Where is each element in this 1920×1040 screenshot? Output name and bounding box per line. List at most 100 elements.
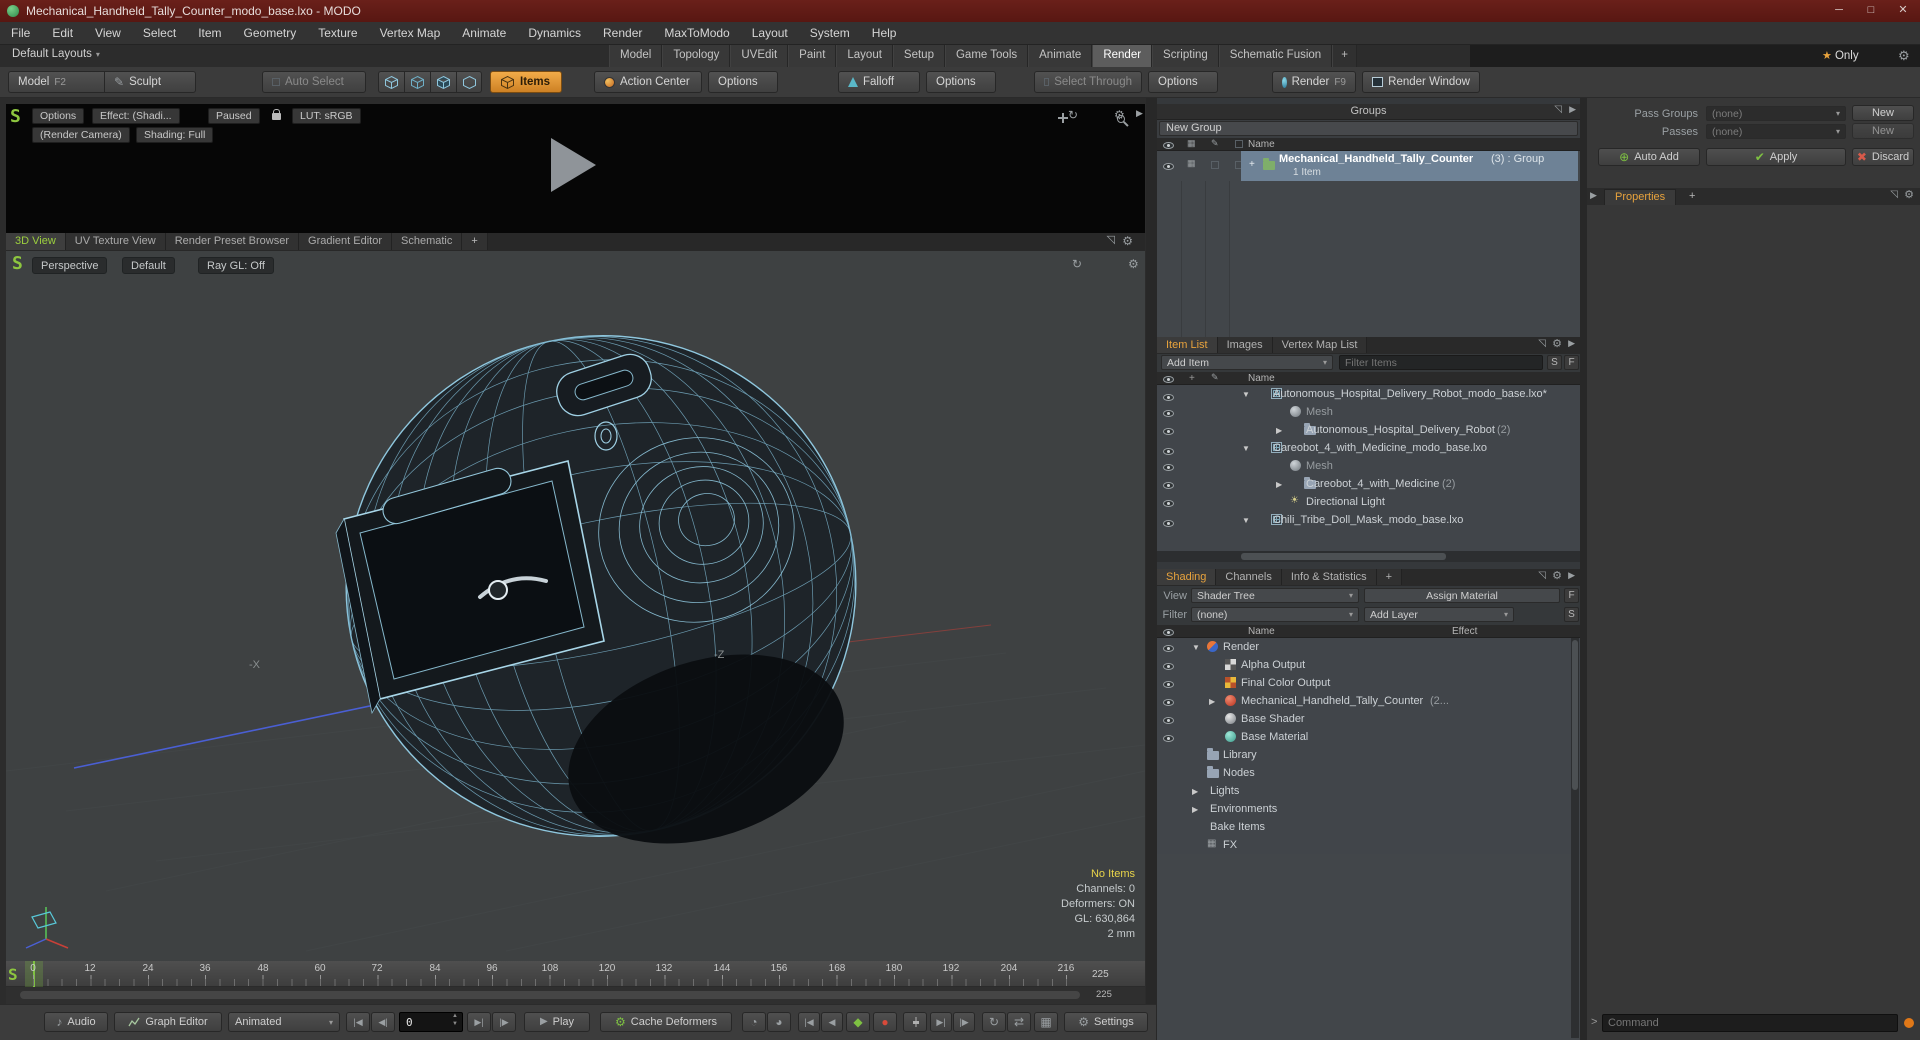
layout-tab[interactable]: Schematic Fusion bbox=[1218, 45, 1333, 67]
menu-item[interactable]: File bbox=[0, 22, 41, 44]
expand-panel-icon[interactable]: ◹ bbox=[1554, 105, 1562, 115]
raygl-button[interactable]: Ray GL: Off bbox=[198, 257, 274, 274]
shader-row[interactable]: Base Shader Full Shading ▾ bbox=[1157, 710, 1580, 728]
panel-arrow-icon[interactable]: ▶ bbox=[1569, 105, 1576, 114]
only-toggle[interactable]: ★ Only bbox=[1822, 49, 1859, 62]
expander-right-icon[interactable]: ▶ bbox=[1276, 426, 1282, 435]
group-row[interactable]: ▦ + Mechanical_Handheld_Tally_Counter (3… bbox=[1157, 151, 1580, 181]
tab-vertex-map-list[interactable]: Vertex Map List bbox=[1272, 337, 1368, 353]
f-toggle[interactable]: F bbox=[1564, 588, 1579, 603]
tab-gradient-editor[interactable]: Gradient Editor bbox=[299, 233, 392, 250]
menu-item[interactable]: Render bbox=[592, 22, 653, 44]
expander-down-icon[interactable]: ▼ bbox=[1242, 444, 1250, 453]
animated-dropdown[interactable]: Animated ▾ bbox=[228, 1012, 340, 1032]
expand-plus-icon[interactable]: + bbox=[1249, 159, 1255, 170]
tab-shading[interactable]: Shading bbox=[1157, 569, 1217, 585]
assign-material-button[interactable]: Assign Material bbox=[1364, 588, 1560, 603]
expander-down-icon[interactable]: ▼ bbox=[1242, 390, 1250, 399]
time-marker-b-button[interactable]: ◕ bbox=[767, 1012, 791, 1032]
preview-lut-button[interactable]: LUT: sRGB bbox=[292, 108, 361, 124]
expander-right-icon[interactable]: ▶ bbox=[1276, 480, 1282, 489]
panel-arrow-icon[interactable]: ▶ bbox=[1568, 339, 1575, 348]
shader-row[interactable]: Base Material (all) ▾ bbox=[1157, 728, 1580, 746]
layout-preset-dropdown[interactable]: Default Layouts ▾ bbox=[4, 48, 108, 60]
gear-icon[interactable]: ⚙ bbox=[1904, 190, 1914, 201]
render-preview[interactable]: S Options Effect: (Shadi... Paused LUT: … bbox=[6, 104, 1145, 233]
apply-button[interactable]: ✔ Apply bbox=[1706, 148, 1846, 166]
layout-tab[interactable]: Layout bbox=[836, 45, 893, 67]
gear-icon[interactable]: ⚙ bbox=[1898, 49, 1910, 62]
auto-add-button[interactable]: ⊕ Auto Add bbox=[1598, 148, 1700, 166]
sort-toggle[interactable]: S bbox=[1547, 355, 1562, 370]
eye-icon[interactable] bbox=[1163, 410, 1174, 417]
add-layout-tab-button[interactable]: + bbox=[1332, 45, 1357, 67]
expand-panel-icon[interactable]: ◹ bbox=[1890, 190, 1898, 200]
viewport-3d[interactable]: S Perspective Default Ray GL: Off ↻ ⚙ -X… bbox=[6, 251, 1145, 961]
new-group-button[interactable]: New Group bbox=[1159, 121, 1578, 136]
s-toggle[interactable]: S bbox=[1564, 607, 1579, 622]
eye-icon[interactable] bbox=[1163, 663, 1174, 670]
shader-row[interactable]: ▶ Mechanical_Handheld_Tally_Counter (2..… bbox=[1157, 692, 1580, 710]
tab-channels[interactable]: Channels bbox=[1216, 569, 1282, 585]
rotate-icon[interactable]: ↻ bbox=[1072, 258, 1082, 270]
expander-right-icon[interactable]: ▶ bbox=[1192, 787, 1198, 796]
render-toggle-icon[interactable]: ▦ bbox=[1187, 159, 1196, 168]
panel-arrow-icon[interactable]: ▶ bbox=[1568, 571, 1575, 580]
eye-icon[interactable] bbox=[1163, 428, 1174, 435]
add-keyframe-button[interactable]: ◆ bbox=[846, 1012, 870, 1032]
item-row[interactable]: ▼ Careobot_4_with_Medicine_modo_base.lxo bbox=[1157, 439, 1580, 457]
menu-item[interactable]: Dynamics bbox=[517, 22, 592, 44]
discard-button[interactable]: ✖ Discard bbox=[1852, 148, 1914, 166]
go-to-start-button[interactable]: |◀ bbox=[346, 1012, 370, 1032]
eye-icon[interactable] bbox=[1163, 735, 1174, 742]
expand-panel-icon[interactable]: ◹ bbox=[1107, 235, 1115, 246]
tab-uv-texture-view[interactable]: UV Texture View bbox=[65, 233, 166, 250]
render-button[interactable]: Render F9 bbox=[1272, 71, 1356, 93]
spinner-up-icon[interactable]: ▲ bbox=[452, 1013, 458, 1019]
scrollbar-thumb[interactable] bbox=[1241, 553, 1446, 560]
select-through-button[interactable]: Select Through bbox=[1034, 71, 1142, 93]
panel-arrow-icon[interactable]: ▶ bbox=[1590, 191, 1597, 200]
shader-row[interactable]: ▶ Environments bbox=[1157, 800, 1580, 818]
group-row-highlight[interactable]: + Mechanical_Handheld_Tally_Counter (3) … bbox=[1241, 151, 1578, 181]
add-tab-button[interactable]: + bbox=[1376, 569, 1403, 585]
falloff-options-button[interactable]: Options bbox=[926, 71, 996, 93]
select-through-options-button[interactable]: Options bbox=[1148, 71, 1218, 93]
menu-item[interactable]: Geometry bbox=[233, 22, 308, 44]
scrollbar-thumb[interactable] bbox=[1572, 640, 1578, 790]
preview-shading-button[interactable]: Shading: Full bbox=[136, 127, 214, 143]
command-input[interactable] bbox=[1602, 1014, 1898, 1032]
snap-grid-button[interactable]: ▦ bbox=[1034, 1012, 1058, 1032]
menu-item[interactable]: Texture bbox=[307, 22, 368, 44]
render-window-button[interactable]: Render Window bbox=[1362, 71, 1480, 93]
shading-preset-button[interactable]: Default bbox=[122, 257, 175, 274]
graph-editor-button[interactable]: Graph Editor bbox=[114, 1012, 222, 1032]
item-list-hscrollbar[interactable] bbox=[1157, 551, 1580, 562]
filter-dropdown[interactable]: (none) ▾ bbox=[1191, 607, 1359, 622]
tab-render-preset-browser[interactable]: Render Preset Browser bbox=[165, 233, 300, 250]
shader-row[interactable]: Bake Items bbox=[1157, 818, 1580, 836]
new-pass-button[interactable]: New bbox=[1852, 123, 1914, 139]
shader-row[interactable]: Alpha Output Alpha ▾ bbox=[1157, 656, 1580, 674]
eye-icon[interactable] bbox=[1163, 448, 1174, 455]
add-item-dropdown[interactable]: Add Item ▾ bbox=[1161, 355, 1333, 370]
audio-button[interactable]: ♪ Audio bbox=[44, 1012, 108, 1032]
layout-tab[interactable]: Paint bbox=[788, 45, 837, 67]
shader-tree-dropdown[interactable]: Shader Tree ▾ bbox=[1191, 588, 1359, 603]
gear-icon[interactable]: ⚙ bbox=[1114, 109, 1125, 121]
menu-item[interactable]: Select bbox=[132, 22, 187, 44]
time-marker-a-button[interactable]: ◔ bbox=[742, 1012, 766, 1032]
layout-tab[interactable]: Scripting bbox=[1152, 45, 1219, 67]
layout-tab-render-active[interactable]: Render bbox=[1092, 45, 1153, 67]
projection-button[interactable]: Perspective bbox=[32, 257, 108, 274]
menu-item[interactable]: View bbox=[84, 22, 132, 44]
menu-item[interactable]: System bbox=[799, 22, 861, 44]
step-back-button[interactable]: ◀ bbox=[821, 1012, 843, 1032]
item-row[interactable]: ☀ Directional Light bbox=[1157, 493, 1580, 511]
filter-items-input[interactable] bbox=[1339, 355, 1543, 370]
splitter-right[interactable] bbox=[1580, 98, 1587, 1040]
jump-last-key-button[interactable]: |▶ bbox=[953, 1012, 975, 1032]
shader-row[interactable]: Library bbox=[1157, 746, 1580, 764]
tab-item-list[interactable]: Item List bbox=[1157, 337, 1218, 353]
cache-deformers-button[interactable]: ⚙ Cache Deformers bbox=[600, 1012, 732, 1032]
